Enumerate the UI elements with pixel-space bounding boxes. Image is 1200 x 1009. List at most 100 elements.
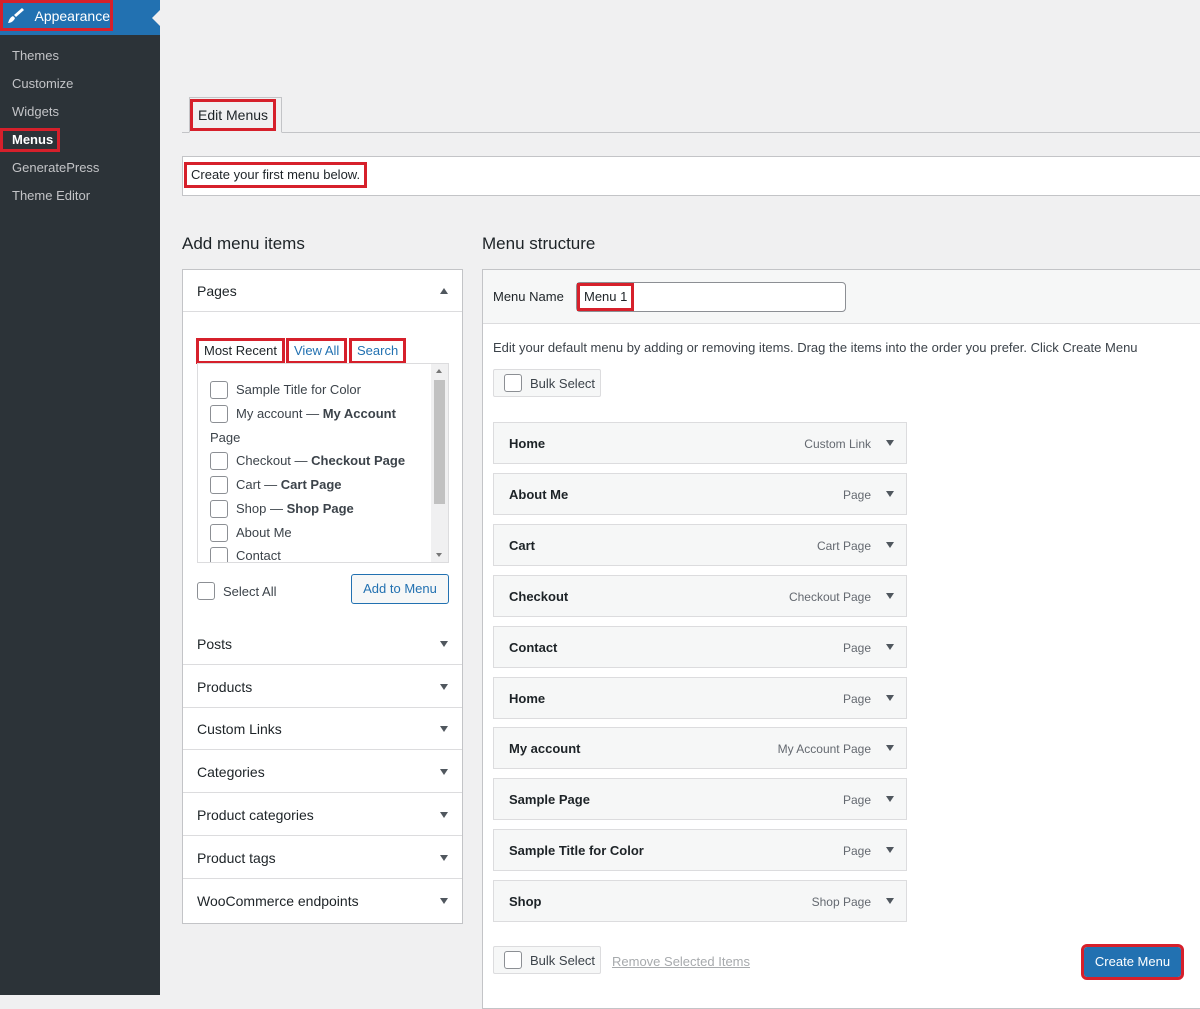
create-menu-button[interactable]: Create Menu — [1081, 944, 1184, 980]
menu-item-type: My Account Page — [777, 742, 871, 756]
checkbox[interactable] — [210, 547, 228, 562]
page-label: Shop — [236, 501, 267, 516]
scroll-thumb[interactable] — [434, 380, 445, 504]
accordion-products[interactable]: Products — [183, 666, 462, 708]
checkbox[interactable] — [210, 452, 228, 470]
accordion-custom-links[interactable]: Custom Links — [183, 708, 462, 750]
checkbox[interactable] — [210, 524, 228, 542]
checkbox[interactable] — [210, 405, 228, 423]
list-item[interactable]: Shop — Shop Page — [210, 497, 420, 521]
menu-item-type: Cart Page — [816, 539, 871, 553]
menu-item[interactable]: Sample Page Page — [493, 778, 907, 820]
tab-most-recent[interactable]: Most Recent — [196, 338, 285, 364]
accordion-title: Categories — [197, 764, 265, 780]
scroll-down-icon[interactable] — [436, 553, 442, 557]
chevron-down-icon[interactable] — [886, 644, 894, 650]
menu-item-title: Checkout — [509, 589, 569, 604]
page-detail: Checkout Page — [311, 453, 406, 468]
notice-box: Create your first menu below. — [182, 156, 1200, 196]
menu-item-title: My account — [509, 741, 581, 756]
chevron-down-icon[interactable] — [886, 695, 894, 701]
menu-item[interactable]: Sample Title for Color Page — [493, 829, 907, 871]
accordion-product-tags[interactable]: Product tags — [183, 837, 462, 879]
chevron-down-icon — [440, 726, 448, 732]
menu-item[interactable]: Cart Cart Page — [493, 524, 907, 566]
chevron-down-icon[interactable] — [886, 542, 894, 548]
list-item[interactable]: Sample Title for Color — [210, 378, 420, 402]
sidebar-item-menus[interactable]: Menus — [0, 128, 61, 152]
accordion-woocommerce-endpoints[interactable]: WooCommerce endpoints — [183, 880, 462, 922]
remove-selected-link[interactable]: Remove Selected Items — [612, 954, 750, 969]
list-item[interactable]: Cart — Cart Page — [210, 473, 420, 497]
chevron-down-icon[interactable] — [886, 440, 894, 446]
page-detail: Cart Page — [280, 477, 342, 492]
bulk-select-bottom[interactable]: Bulk Select — [493, 946, 601, 974]
chevron-down-icon[interactable] — [886, 796, 894, 802]
chevron-down-icon — [440, 812, 448, 818]
menu-item[interactable]: Contact Page — [493, 626, 907, 668]
accordion-title: Product categories — [197, 807, 314, 823]
checkbox[interactable] — [210, 381, 228, 399]
menu-item-type: Page — [842, 844, 871, 858]
menu-item[interactable]: About Me Page — [493, 473, 907, 515]
bulk-select-top[interactable]: Bulk Select — [493, 369, 601, 397]
instructions-text: Edit your default menu by adding or remo… — [493, 340, 1138, 355]
pages-panel: Most Recent View All Search Sample Title… — [183, 314, 462, 622]
page-label: Checkout — [236, 453, 291, 468]
tab-label: Edit Menus — [189, 99, 277, 131]
chevron-down-icon[interactable] — [886, 898, 894, 904]
separator: — — [290, 453, 312, 468]
tab-view-all[interactable]: View All — [285, 338, 348, 364]
list-item[interactable]: My account — My Account — [210, 402, 420, 426]
chevron-down-icon[interactable] — [886, 745, 894, 751]
checkbox[interactable] — [504, 374, 522, 392]
menu-item[interactable]: Checkout Checkout Page — [493, 575, 907, 617]
page-label: Cart — [236, 477, 261, 492]
list-item[interactable]: Checkout — Checkout Page — [210, 449, 420, 473]
checkbox[interactable] — [197, 582, 215, 600]
menu-name-label: Menu Name — [493, 289, 564, 304]
chevron-down-icon — [440, 641, 448, 647]
chevron-down-icon[interactable] — [886, 491, 894, 497]
list-item[interactable]: About Me — [210, 521, 420, 545]
accordion-product-categories[interactable]: Product categories — [183, 794, 462, 836]
checkbox[interactable] — [210, 476, 228, 494]
chevron-up-icon — [440, 288, 448, 294]
chevron-down-icon[interactable] — [886, 593, 894, 599]
menu-item[interactable]: Home Custom Link — [493, 422, 907, 464]
chevron-down-icon[interactable] — [886, 847, 894, 853]
tab-edit-menus[interactable]: Edit Menus — [189, 97, 282, 133]
sidebar-item-themes[interactable]: Themes — [12, 47, 59, 65]
add-to-menu-button[interactable]: Add to Menu — [351, 574, 449, 604]
menu-item[interactable]: My account My Account Page — [493, 727, 907, 769]
checkbox[interactable] — [210, 500, 228, 518]
admin-sidebar: Appearance Themes Customize Widgets Menu… — [0, 0, 160, 995]
menu-item-type: Checkout Page — [788, 590, 871, 604]
sidebar-item-widgets[interactable]: Widgets — [12, 103, 59, 121]
sidebar-item-theme-editor[interactable]: Theme Editor — [12, 187, 90, 205]
accordion-categories[interactable]: Categories — [183, 751, 462, 793]
menu-item-type: Page — [842, 793, 871, 807]
current-indicator — [152, 10, 160, 26]
page-label: Contact — [236, 548, 281, 563]
tab-search[interactable]: Search — [348, 338, 407, 364]
list-scrollbar[interactable] — [431, 364, 448, 562]
accordion-pages[interactable]: Pages — [183, 270, 462, 312]
sidebar-item-customize[interactable]: Customize — [12, 75, 73, 93]
page-label: About Me — [236, 525, 292, 540]
menu-item[interactable]: Shop Shop Page — [493, 880, 907, 922]
sidebar-item-generatepress[interactable]: GeneratePress — [12, 159, 99, 177]
checkbox[interactable] — [504, 951, 522, 969]
sidebar-item-appearance[interactable]: Appearance — [0, 0, 160, 35]
scroll-up-icon[interactable] — [436, 369, 442, 373]
menu-name-input[interactable]: Menu 1 — [576, 282, 846, 312]
accordion-posts[interactable]: Posts — [183, 623, 462, 665]
notice-text: Create your first menu below. — [183, 162, 368, 188]
menu-item-title: Home — [509, 436, 546, 451]
list-item[interactable]: Contact — [210, 544, 420, 563]
page-label: My account — [236, 406, 303, 421]
menu-item-type: Page — [842, 488, 871, 502]
menu-item[interactable]: Home Page — [493, 677, 907, 719]
select-all[interactable]: Select All — [197, 582, 276, 600]
add-menu-items-title: Add menu items — [182, 234, 305, 253]
